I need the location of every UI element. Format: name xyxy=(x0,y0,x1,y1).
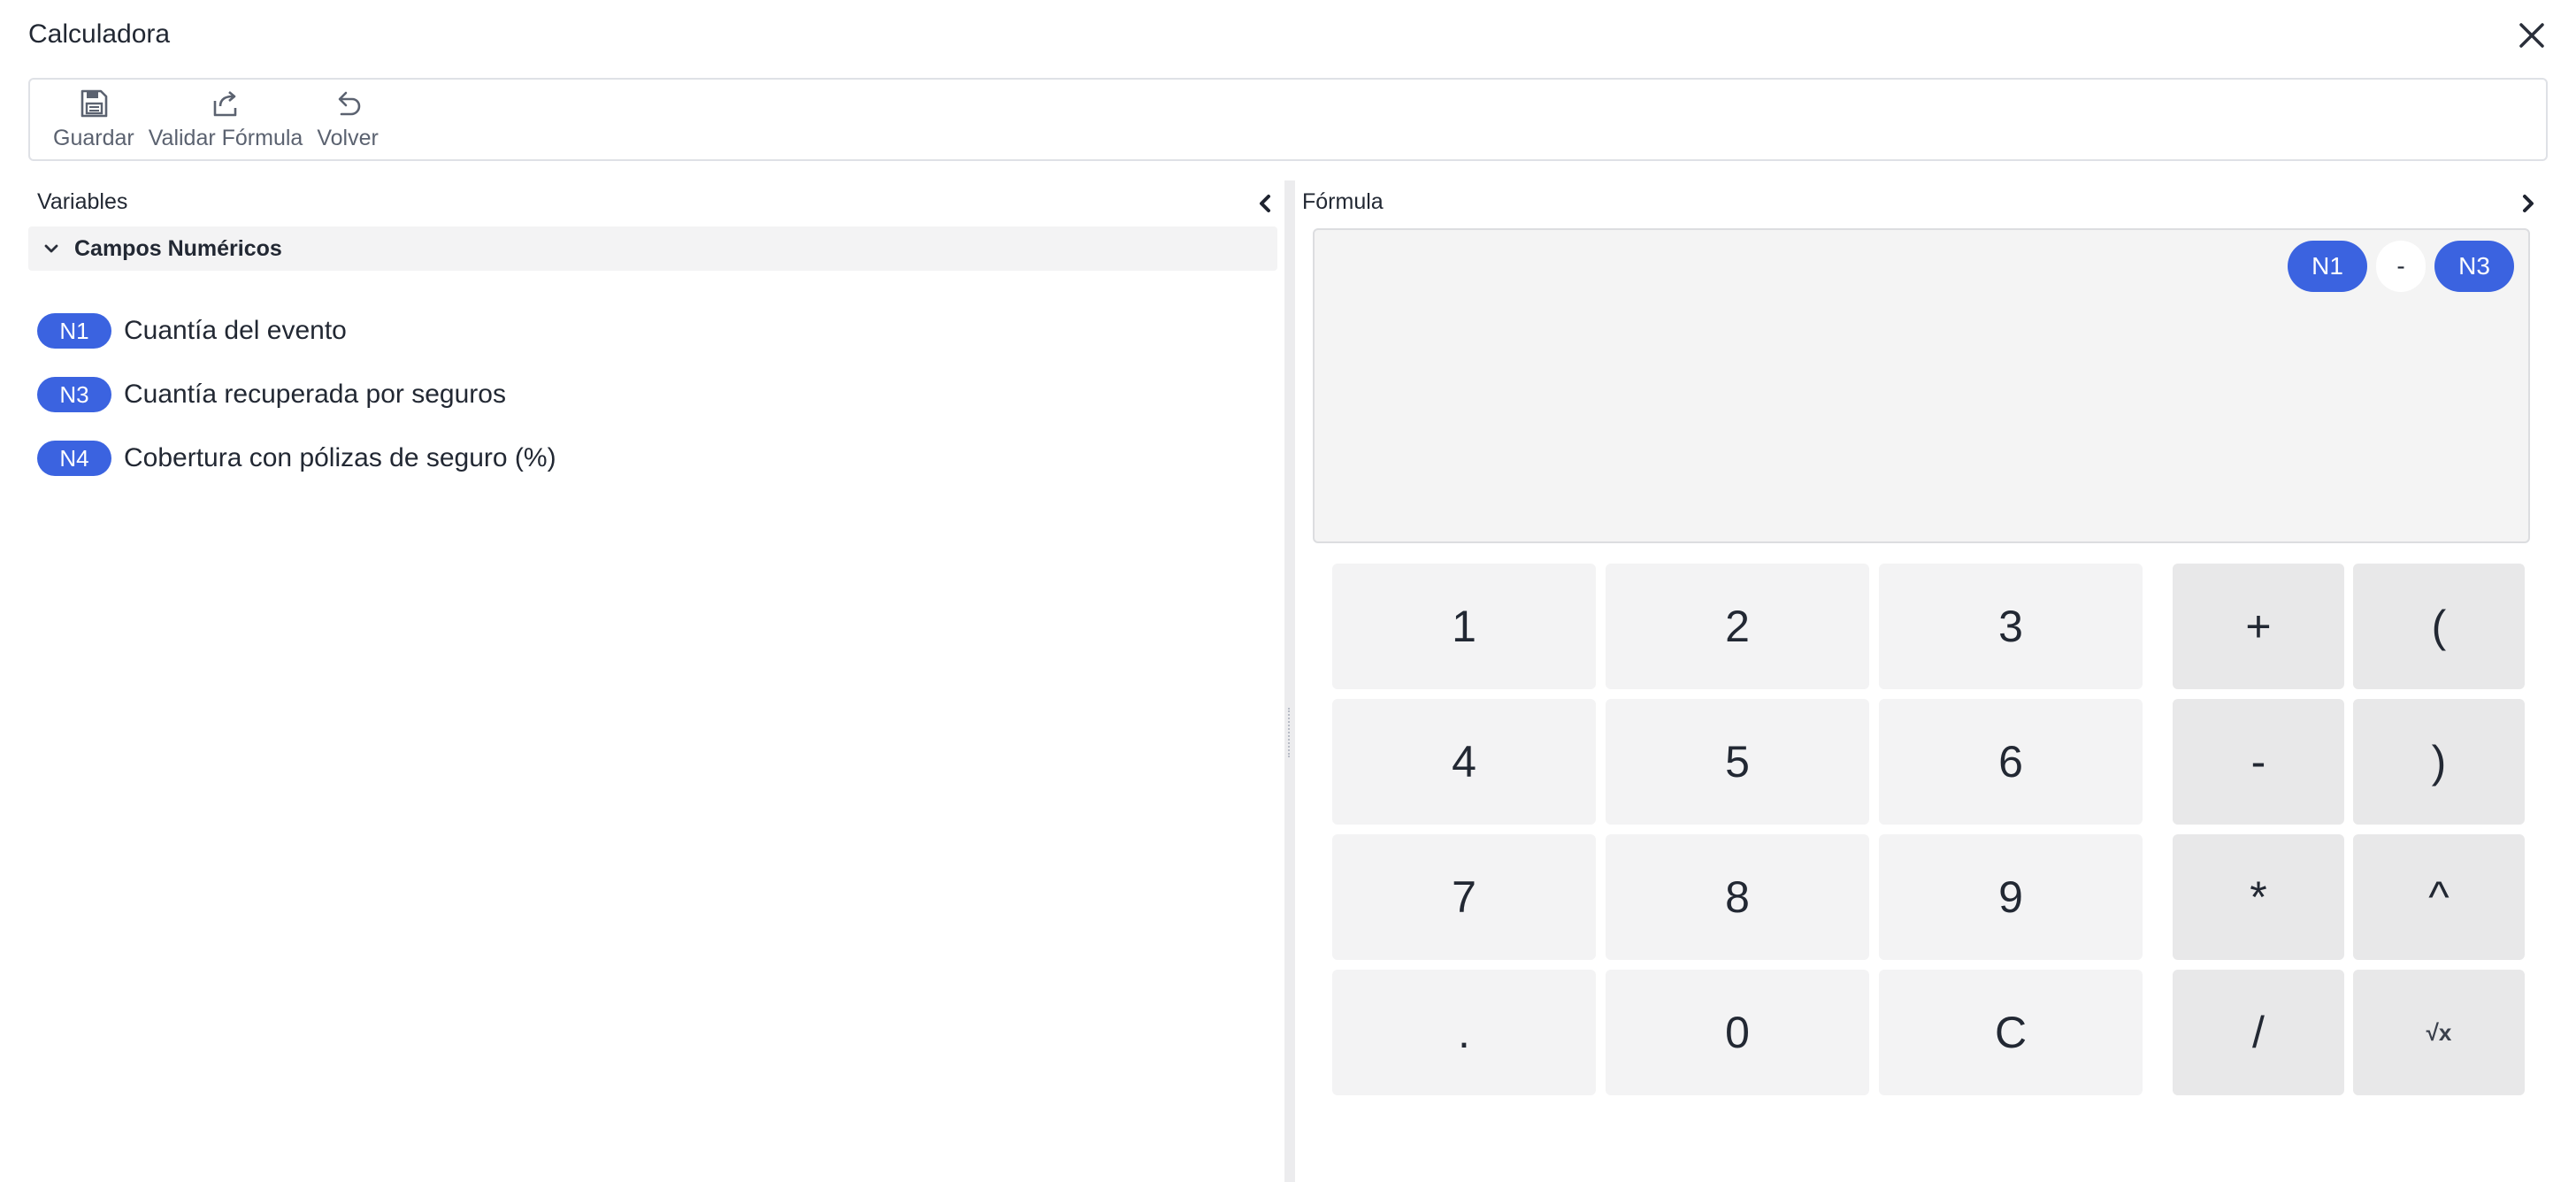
key-9[interactable]: 9 xyxy=(1879,834,2143,960)
save-label: Guardar xyxy=(53,126,134,150)
resize-handle[interactable] xyxy=(1288,708,1292,757)
chevron-left-icon xyxy=(1260,195,1270,212)
variable-item-n4[interactable]: N4 Cobertura con pólizas de seguro (%) xyxy=(37,426,556,490)
group-header-campos-numericos[interactable]: Campos Numéricos xyxy=(28,226,1277,271)
key-decimal[interactable]: . xyxy=(1332,970,1596,1095)
key-0[interactable]: 0 xyxy=(1606,970,1869,1095)
key-plus[interactable]: + xyxy=(2173,564,2344,689)
variable-label: Cuantía del evento xyxy=(124,316,347,345)
variable-label: Cobertura con pólizas de seguro (%) xyxy=(124,443,556,472)
formula-token-operator[interactable]: - xyxy=(2376,241,2426,292)
formula-token-variable[interactable]: N3 xyxy=(2434,241,2514,292)
toolbar: Guardar Validar Fórmula Volver xyxy=(28,78,2548,161)
key-minus[interactable]: - xyxy=(2173,699,2344,825)
collapse-formula-button[interactable] xyxy=(2514,189,2542,218)
key-open-paren[interactable]: ( xyxy=(2353,564,2525,689)
key-2[interactable]: 2 xyxy=(1606,564,1869,689)
key-power[interactable]: ^ xyxy=(2353,834,2525,960)
key-3[interactable]: 3 xyxy=(1879,564,2143,689)
group-title: Campos Numéricos xyxy=(74,235,282,261)
key-clear[interactable]: C xyxy=(1879,970,2143,1095)
chevron-right-icon xyxy=(2523,195,2534,212)
key-multiply[interactable]: * xyxy=(2173,834,2344,960)
share-arrow-icon xyxy=(213,91,237,117)
close-button[interactable] xyxy=(2512,16,2551,55)
panel-divider[interactable] xyxy=(1284,180,1295,1182)
formula-editor[interactable]: N1 - N3 xyxy=(1313,228,2530,543)
key-1[interactable]: 1 xyxy=(1332,564,1596,689)
key-6[interactable]: 6 xyxy=(1879,699,2143,825)
variable-item-n1[interactable]: N1 Cuantía del evento xyxy=(37,299,556,363)
floppy-disk-icon xyxy=(80,89,108,118)
chevron-down-icon xyxy=(44,244,58,253)
key-4[interactable]: 4 xyxy=(1332,699,1596,825)
validate-formula-button[interactable]: Validar Fórmula xyxy=(149,80,303,159)
validate-formula-label: Validar Fórmula xyxy=(148,126,303,150)
variable-badge: N4 xyxy=(37,441,111,476)
close-icon xyxy=(2519,23,2544,48)
key-7[interactable]: 7 xyxy=(1332,834,1596,960)
variable-item-n3[interactable]: N3 Cuantía recuperada por seguros xyxy=(37,363,556,426)
formula-token-variable[interactable]: N1 xyxy=(2288,241,2367,292)
key-close-paren[interactable]: ) xyxy=(2353,699,2525,825)
back-label: Volver xyxy=(317,126,379,150)
variable-badge: N3 xyxy=(37,377,111,412)
variables-list: N1 Cuantía del evento N3 Cuantía recuper… xyxy=(37,299,556,490)
window-title: Calculadora xyxy=(28,19,171,49)
undo-icon xyxy=(338,91,361,116)
formula-tokens: N1 - N3 xyxy=(2288,241,2514,292)
variable-label: Cuantía recuperada por seguros xyxy=(124,380,506,409)
back-button[interactable]: Volver xyxy=(317,80,379,159)
key-divide[interactable]: / xyxy=(2173,970,2344,1095)
collapse-variables-button[interactable] xyxy=(1251,189,1279,218)
key-sqrt[interactable]: √x xyxy=(2353,970,2525,1095)
variables-heading: Variables xyxy=(37,189,128,214)
key-8[interactable]: 8 xyxy=(1606,834,1869,960)
formula-heading: Fórmula xyxy=(1302,189,1384,214)
save-button[interactable]: Guardar xyxy=(53,80,134,159)
square-root-icon: √x xyxy=(2426,1018,2452,1046)
key-5[interactable]: 5 xyxy=(1606,699,1869,825)
variable-badge: N1 xyxy=(37,313,111,349)
